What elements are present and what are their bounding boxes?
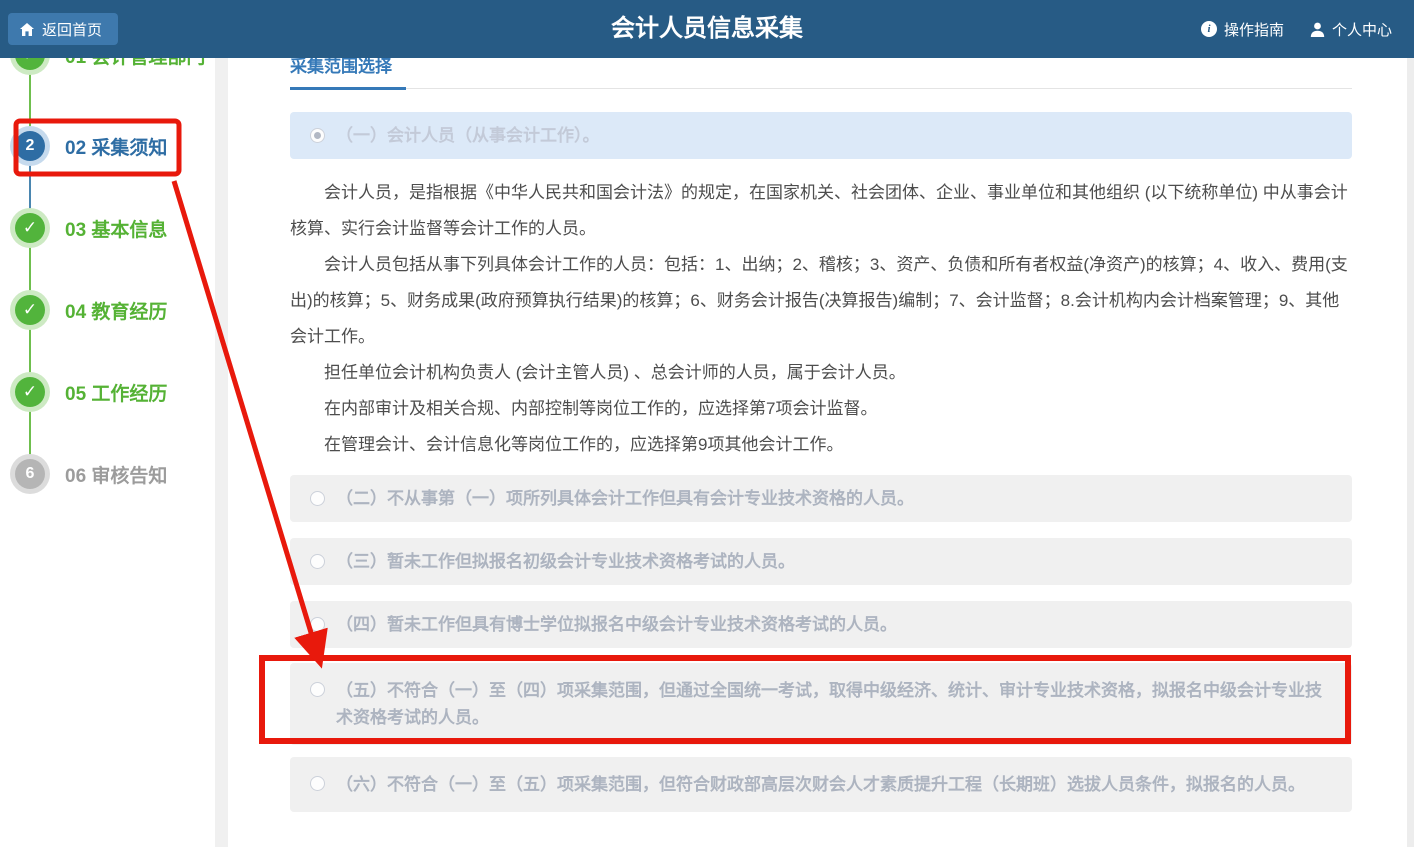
option-label: （一）会计人员（从事会计工作）。: [336, 123, 600, 148]
option-scope-6[interactable]: （六）不符合（一）至（五）项采集范围，但符合财政部高层次财会人才素质提升工程（长…: [290, 757, 1352, 812]
guide-label: 操作指南: [1224, 19, 1284, 40]
back-home-button[interactable]: 返回首页: [8, 13, 118, 45]
description-paragraph: 在管理会计、会计信息化等岗位工作的，应选择第9项其他会计工作。: [290, 427, 1352, 463]
option-scope-4[interactable]: （四）暂未工作但具有博士学位拟报名中级会计专业技术资格考试的人员。: [290, 601, 1352, 648]
sidebar-step-06[interactable]: 6 06 审核告知: [10, 454, 167, 494]
option-label: （六）不符合（一）至（五）项采集范围，但符合财政部高层次财会人才素质提升工程（长…: [336, 771, 1305, 798]
step-label: 05 工作经历: [65, 379, 167, 406]
radio-icon[interactable]: [310, 776, 325, 791]
sidebar-step-02[interactable]: 2 02 采集须知: [10, 126, 167, 166]
scope-selection-panel: （一）会计人员（从事会计工作）。 会计人员，是指根据《中华人民共和国会计法》的规…: [290, 112, 1352, 812]
sidebar-step-05[interactable]: ✓ 05 工作经历: [10, 372, 167, 412]
sidebar-step-04[interactable]: ✓ 04 教育经历: [10, 290, 167, 330]
profile-link[interactable]: 个人中心: [1310, 19, 1392, 40]
step-label: 06 审核告知: [65, 461, 167, 488]
step-label: 03 基本信息: [65, 215, 167, 242]
back-home-label: 返回首页: [42, 19, 102, 40]
guide-link[interactable]: i 操作指南: [1201, 19, 1284, 40]
option-scope-1[interactable]: （一）会计人员（从事会计工作）。: [290, 112, 1352, 159]
check-icon: ✓: [15, 213, 45, 243]
option-scope-2[interactable]: （二）不从事第（一）项所列具体会计工作但具有会计专业技术资格的人员。: [290, 475, 1352, 522]
option-scope-5[interactable]: （五）不符合（一）至（四）项采集范围，但通过全国统一考试，取得中级经济、统计、审…: [290, 663, 1352, 745]
home-icon: [20, 23, 34, 36]
option-label: （五）不符合（一）至（四）项采集范围，但通过全国统一考试，取得中级经济、统计、审…: [336, 677, 1332, 731]
step-label: 04 教育经历: [65, 297, 167, 324]
option-label: （二）不从事第（一）项所列具体会计工作但具有会计专业技术资格的人员。: [336, 486, 914, 511]
step-sidebar: ✓ 01 会计管理部门 2 02 采集须知 ✓ 03 基本信息 ✓ 04 教育经…: [0, 0, 215, 847]
step-number: 2: [15, 131, 45, 161]
sidebar-divider: [215, 58, 228, 847]
radio-icon[interactable]: [310, 554, 325, 569]
page-title: 会计人员信息采集: [611, 0, 803, 58]
description-paragraph: 会计人员，是指根据《中华人民共和国会计法》的规定，在国家机关、社会团体、企业、事…: [290, 175, 1352, 247]
sidebar-step-03[interactable]: ✓ 03 基本信息: [10, 208, 167, 248]
active-tab-indicator: [290, 87, 406, 90]
page: ✓ 01 会计管理部门 2 02 采集须知 ✓ 03 基本信息 ✓ 04 教育经…: [0, 0, 1414, 847]
radio-icon[interactable]: [310, 682, 325, 697]
option-label: （四）暂未工作但具有博士学位拟报名中级会计专业技术资格考试的人员。: [336, 612, 897, 637]
option-scope-3[interactable]: （三）暂未工作但拟报名初级会计专业技术资格考试的人员。: [290, 538, 1352, 585]
step-label: 02 采集须知: [65, 133, 167, 160]
description-paragraph: 会计人员包括从事下列具体会计工作的人员：包括：1、出纳；2、稽核；3、资产、负债…: [290, 247, 1352, 355]
info-icon: i: [1201, 21, 1217, 37]
radio-icon[interactable]: [310, 617, 325, 632]
step-number: 6: [15, 459, 45, 489]
app-header: 返回首页 会计人员信息采集 i 操作指南 个人中心: [0, 0, 1414, 58]
description-paragraph: 在内部审计及相关合规、内部控制等岗位工作的，应选择第7项会计监督。: [290, 391, 1352, 427]
radio-checked-icon[interactable]: [310, 128, 325, 143]
radio-icon[interactable]: [310, 491, 325, 506]
scope-description: 会计人员，是指根据《中华人民共和国会计法》的规定，在国家机关、社会团体、企业、事…: [290, 175, 1352, 463]
user-icon: [1310, 22, 1325, 37]
description-paragraph: 担任单位会计机构负责人 (会计主管人员) 、总会计师的人员，属于会计人员。: [290, 355, 1352, 391]
profile-label: 个人中心: [1332, 19, 1392, 40]
check-icon: ✓: [15, 377, 45, 407]
scrollbar[interactable]: [1407, 58, 1414, 847]
option-label: （三）暂未工作但拟报名初级会计专业技术资格考试的人员。: [336, 549, 795, 574]
connector-line: [29, 228, 31, 474]
check-icon: ✓: [15, 295, 45, 325]
header-links: i 操作指南 个人中心: [1201, 0, 1392, 58]
